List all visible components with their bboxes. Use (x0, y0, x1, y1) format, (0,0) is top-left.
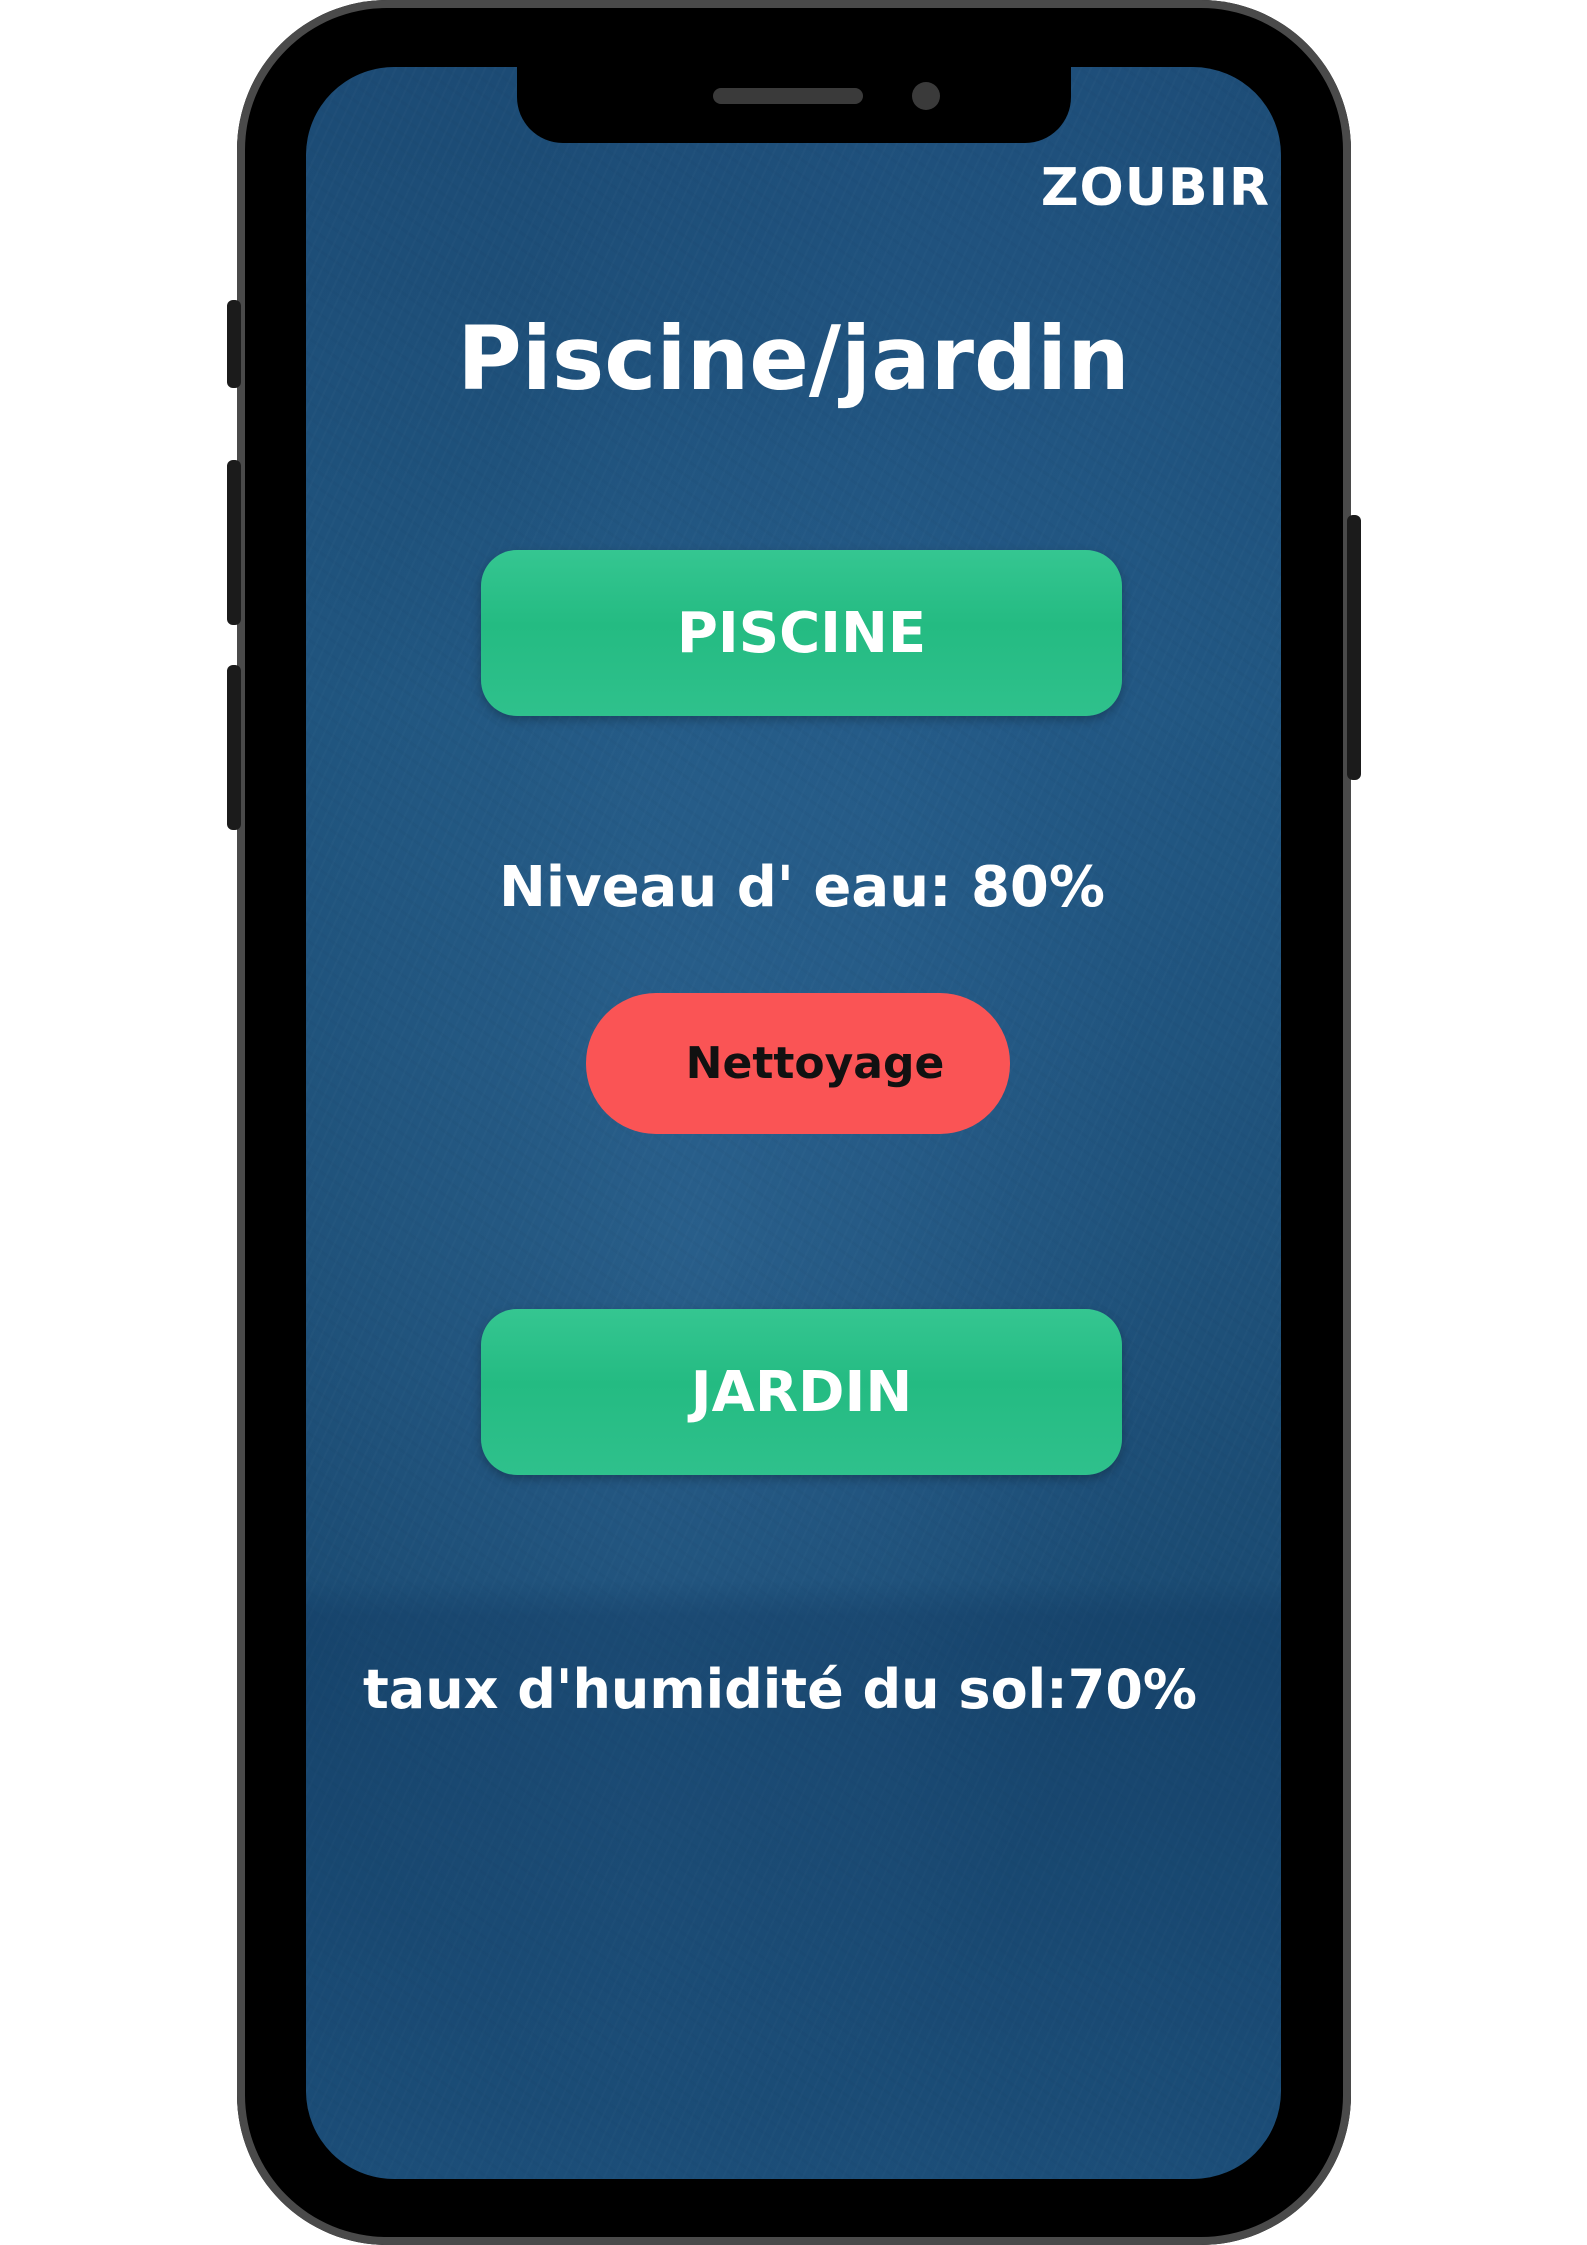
page-title: Piscine/jardin (457, 307, 1130, 410)
user-name: ZOUBIR (1040, 158, 1270, 218)
jardin-button[interactable]: JARDIN (481, 1309, 1122, 1475)
speaker-grille (713, 88, 863, 104)
cleaning-button[interactable]: Nettoyage (586, 993, 1010, 1134)
front-camera (912, 82, 940, 110)
volume-down-button (227, 665, 241, 830)
power-button (1347, 515, 1361, 780)
water-level-text: Niveau d' eau: 80% (499, 855, 1105, 920)
volume-up-button (227, 460, 241, 625)
mute-switch (227, 300, 241, 388)
soil-humidity-text: taux d'humidité du sol:70% (362, 1658, 1198, 1721)
piscine-button[interactable]: PISCINE (481, 550, 1122, 716)
